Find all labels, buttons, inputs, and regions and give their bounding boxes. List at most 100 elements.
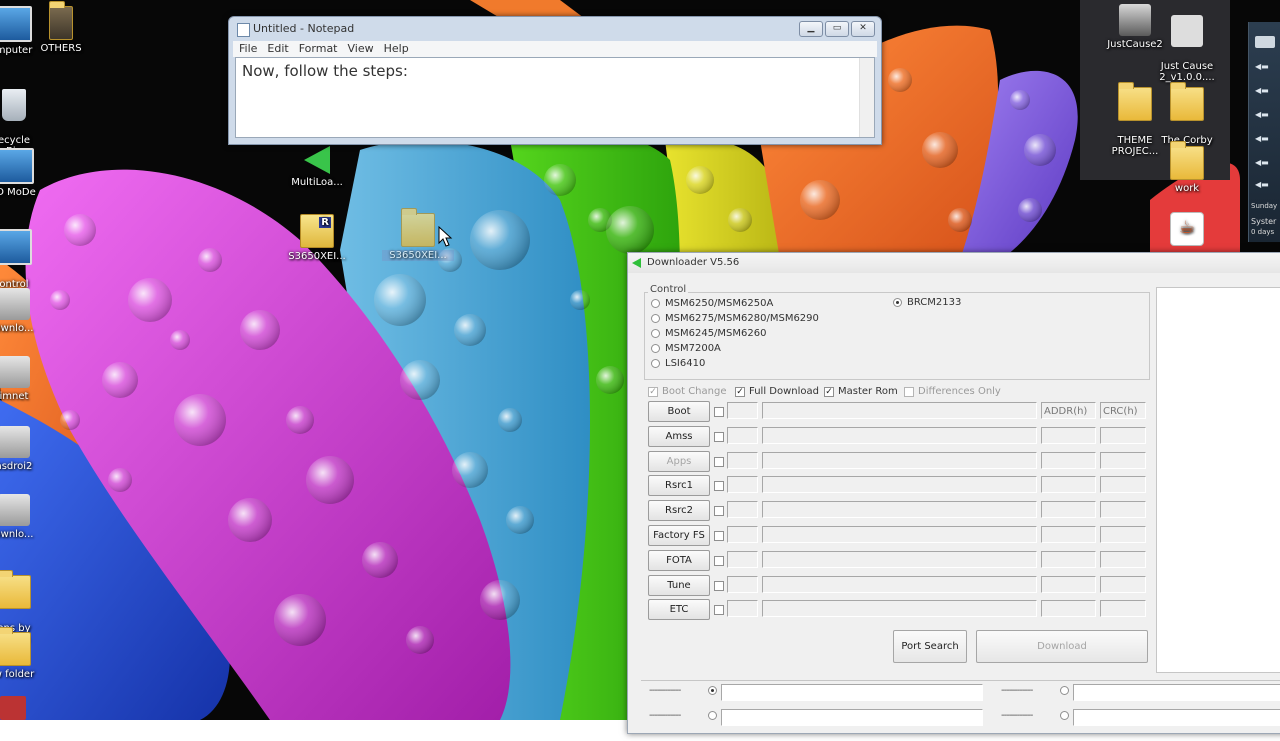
download-desktop-icon[interactable]: ownlo...	[0, 288, 50, 334]
others-folder-desktop-icon[interactable]: OTHERS	[25, 1, 97, 54]
notepad-window[interactable]: Untitled - Notepad ▁ ▭ ✕ File Edit Forma…	[228, 16, 882, 145]
menu-format[interactable]: Format	[299, 41, 338, 57]
row-button-boot[interactable]: Boot	[648, 401, 710, 422]
sidebar-gadget[interactable]: ◀▬ ◀▬ ◀▬ ◀▬ ◀▬ ◀▬ Sunday Syster 0 days	[1248, 22, 1280, 242]
row-path-field[interactable]	[762, 576, 1037, 593]
maximize-button[interactable]: ▭	[825, 21, 849, 37]
radio-selected-icon	[893, 298, 902, 307]
row-button-fota[interactable]: FOTA	[648, 550, 710, 571]
row-size-field	[727, 427, 758, 444]
radio-brcm2133[interactable]: BRCM2133	[893, 297, 961, 308]
water-drop	[888, 68, 912, 92]
new-folder-desktop-icon[interactable]: w folder	[0, 627, 50, 680]
java-desktop-icon[interactable]: ☕	[1151, 212, 1223, 249]
row-path-field[interactable]	[762, 526, 1037, 543]
work-desktop-icon[interactable]: work	[1151, 141, 1223, 194]
minimize-button[interactable]: ▁	[799, 21, 823, 37]
radio-msm6245[interactable]: MSM6245/MSM6260	[651, 328, 766, 339]
row-size-field	[727, 526, 758, 543]
row-path-field[interactable]	[762, 402, 1037, 419]
s3650-archive-desktop-icon[interactable]: R S3650XEI...	[281, 214, 353, 262]
port-radio[interactable]	[1060, 711, 1069, 720]
row-checkbox[interactable]	[714, 432, 724, 442]
row-checkbox[interactable]	[714, 506, 724, 516]
sidebar-list-item-icon[interactable]: ◀▬	[1255, 180, 1275, 192]
notepad-text-area[interactable]: Now, follow the steps:	[235, 57, 875, 138]
row-path-field[interactable]	[762, 452, 1037, 469]
radio-msm7200a[interactable]: MSM7200A	[651, 343, 721, 354]
row-button-apps[interactable]: Apps	[648, 451, 710, 472]
row-button-rsrc2[interactable]: Rsrc2	[648, 500, 710, 521]
row-path-field[interactable]	[762, 501, 1037, 518]
menu-view[interactable]: View	[348, 41, 374, 57]
taskbar-app-icon[interactable]	[0, 696, 26, 720]
row-button-amss[interactable]: Amss	[648, 426, 710, 447]
close-button[interactable]: ✕	[851, 21, 875, 37]
download2-desktop-icon[interactable]: ownlo...	[0, 494, 50, 540]
imnet-desktop-icon[interactable]: imnet	[0, 356, 50, 402]
row-checkbox[interactable]	[714, 481, 724, 491]
control-groupbox: Control MSM6250/MSM6250A MSM6275/MSM6280…	[644, 284, 1150, 380]
row-path-field[interactable]	[762, 476, 1037, 493]
row-path-field[interactable]	[762, 551, 1037, 568]
sidebar-list-item-icon[interactable]: ◀▬	[1255, 110, 1275, 122]
menu-help[interactable]: Help	[384, 41, 409, 57]
folder-icon	[1118, 82, 1152, 121]
sidebar-list-item-icon[interactable]: ◀▬	[1255, 86, 1275, 98]
row-addr-field	[1041, 526, 1096, 543]
row-crc-field	[1100, 476, 1146, 493]
row-path-field[interactable]	[762, 600, 1037, 617]
row-addr-field	[1041, 501, 1096, 518]
row-button-factory-fs[interactable]: Factory FS	[648, 525, 710, 546]
desktop-icon-label: S3650XEI...	[382, 250, 454, 261]
checkbox-boot-change[interactable]: ✓ Boot Change	[648, 386, 726, 397]
checkbox-master-rom[interactable]: ✓ Master Rom	[824, 386, 898, 397]
menu-edit[interactable]: Edit	[267, 41, 288, 57]
port-status-panel: ------------ ------------ ------------ -…	[641, 680, 1280, 741]
multiloader-desktop-icon[interactable]: MultiLoa...	[281, 146, 353, 188]
notepad-scrollbar[interactable]	[859, 58, 874, 137]
water-drop	[174, 394, 226, 446]
sidebar-gadget-icon[interactable]	[1255, 36, 1275, 48]
green-arrow-icon	[304, 146, 330, 174]
port-radio[interactable]	[1060, 686, 1069, 695]
app-icon	[0, 288, 30, 320]
row-path-field[interactable]	[762, 427, 1037, 444]
notepad-titlebar[interactable]: Untitled - Notepad ▁ ▭ ✕	[229, 17, 881, 41]
checkbox-full-download[interactable]: ✓ Full Download	[735, 386, 819, 397]
water-drop	[274, 594, 326, 646]
radio-msm6275[interactable]: MSM6275/MSM6280/MSM6290	[651, 313, 819, 324]
water-drop	[228, 498, 272, 542]
port-label: ------------	[1001, 685, 1033, 696]
downloader-window[interactable]: Downloader V5.56 Control MSM6250/MSM6250…	[627, 252, 1280, 734]
row-addr-field	[1041, 427, 1096, 444]
row-button-rsrc1[interactable]: Rsrc1	[648, 475, 710, 496]
row-checkbox[interactable]	[714, 457, 724, 467]
sidebar-sub: 0 days	[1251, 228, 1275, 236]
checkbox-differences-only[interactable]: Differences Only	[904, 386, 1001, 397]
row-button-etc[interactable]: ETC	[648, 599, 710, 620]
download-button[interactable]: Download	[976, 630, 1148, 663]
row-checkbox[interactable]	[714, 531, 724, 541]
menu-file[interactable]: File	[239, 41, 257, 57]
radio-lsi6410[interactable]: LSI6410	[651, 358, 705, 369]
checkbox-icon: ✓	[824, 386, 834, 397]
sidebar-list-item-icon[interactable]: ◀▬	[1255, 62, 1275, 74]
port-search-button[interactable]: Port Search	[893, 630, 967, 663]
asdroid-desktop-icon[interactable]: asdroi2	[0, 426, 50, 472]
radio-msm6250[interactable]: MSM6250/MSM6250A	[651, 298, 773, 309]
row-button-tune[interactable]: Tune	[648, 575, 710, 596]
log-panel[interactable]	[1156, 287, 1280, 673]
folder-icon	[1170, 141, 1204, 180]
d-mode-desktop-icon[interactable]: D MoDe	[0, 148, 52, 198]
row-checkbox[interactable]	[714, 581, 724, 591]
row-size-field	[727, 576, 758, 593]
row-checkbox[interactable]	[714, 556, 724, 566]
port-radio[interactable]	[708, 686, 717, 695]
sidebar-list-item-icon[interactable]: ◀▬	[1255, 158, 1275, 170]
row-checkbox[interactable]	[714, 407, 724, 417]
port-radio[interactable]	[708, 711, 717, 720]
downloader-titlebar[interactable]: Downloader V5.56	[628, 253, 1280, 273]
sidebar-list-item-icon[interactable]: ◀▬	[1255, 134, 1275, 146]
row-checkbox[interactable]	[714, 605, 724, 615]
